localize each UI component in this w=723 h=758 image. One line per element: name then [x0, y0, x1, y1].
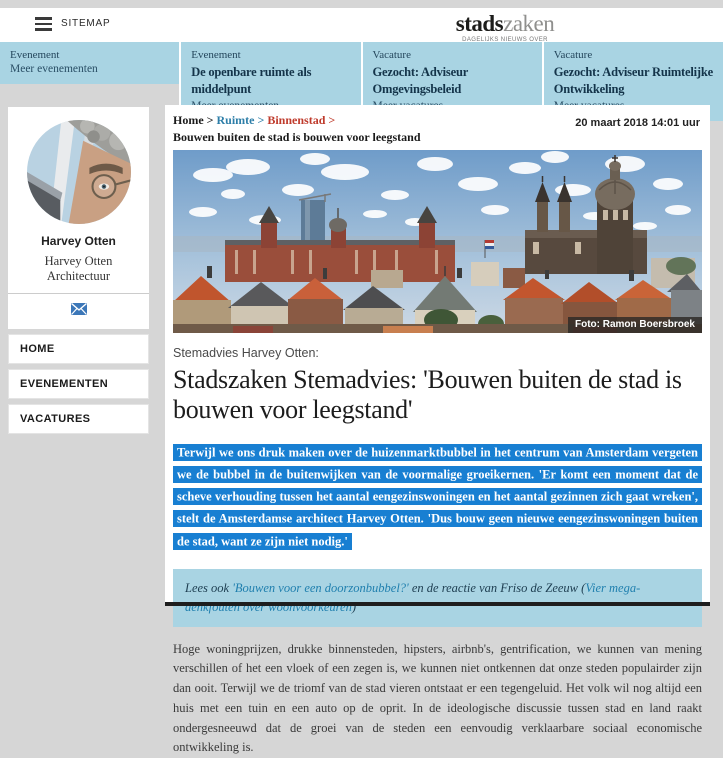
- sidebar-item-evenementen[interactable]: EVENEMENTEN: [8, 369, 149, 399]
- teaser-event-1: Evenement Meer evenementen: [0, 42, 180, 84]
- sidebar-item-home[interactable]: HOME: [8, 334, 149, 364]
- article-body: Hoge woningprijzen, drukke binnensteden,…: [173, 641, 702, 755]
- author-profile-card: Harvey Otten Harvey Otten Architectuur: [8, 107, 149, 329]
- author-organization: Harvey Otten Architectuur: [44, 254, 113, 283]
- teaser-category: Vacature: [372, 49, 411, 61]
- breadcrumb-ruimte[interactable]: Ruimte >: [217, 113, 265, 127]
- author-name: Harvey Otten: [41, 234, 116, 248]
- teaser-category: Evenement: [10, 49, 60, 61]
- article-kicker: Stemadvies Harvey Otten:: [173, 345, 319, 360]
- article-main: Home > Ruimte > Binnenstad > Bouwen buit…: [165, 105, 710, 754]
- teaser-title-link[interactable]: Gezocht: Adviseur Ruimtelijke Ontwikkeli…: [554, 64, 713, 98]
- site-header: SITEMAP stadszaken DAGELIJKS NIEUWS OVER…: [0, 8, 723, 51]
- teaser-more-link[interactable]: Meer evenementen: [10, 63, 169, 75]
- article-date: 20 maart 2018 14:01 uur: [575, 117, 700, 129]
- hero-image: Foto: Ramon Boersbroek: [173, 149, 702, 333]
- sitemap-label: SITEMAP: [61, 18, 111, 30]
- teaser-title-link[interactable]: Gezocht: Adviseur Omgevingsbeleid: [373, 64, 532, 98]
- breadcrumb: Home > Ruimte > Binnenstad > Bouwen buit…: [165, 105, 710, 145]
- photo-credit: Foto: Ramon Boersbroek: [567, 316, 702, 333]
- article-lead: Terwijl we ons druk maken over de huizen…: [173, 441, 702, 552]
- hamburger-menu-icon: [35, 17, 52, 31]
- read-also-link-1[interactable]: 'Bouwen voor een doorzonbubbel?': [232, 581, 409, 595]
- breadcrumb-home[interactable]: Home >: [173, 113, 214, 127]
- amsterdam-skyline-photo: [173, 149, 702, 333]
- highlighted-lead-text: Terwijl we ons druk maken over de huizen…: [173, 443, 702, 550]
- teaser-title-link[interactable]: De openbare ruimte als middelpunt: [191, 64, 350, 98]
- teaser-category: Evenement: [191, 49, 241, 61]
- read-also-prefix: Lees ook: [185, 581, 233, 596]
- avatar: [26, 120, 131, 224]
- footer-edge: [165, 602, 710, 606]
- author-sidebar: Harvey Otten Harvey Otten Architectuur H…: [8, 107, 149, 434]
- breadcrumb-current: Bouwen buiten de stad is bouwen voor lee…: [173, 129, 421, 144]
- email-row: [18, 294, 139, 329]
- breadcrumb-binnenstad[interactable]: Binnenstad >: [267, 113, 335, 127]
- article-title: Stadszaken Stemadvies: 'Bouwen buiten de…: [173, 364, 682, 425]
- logo-wordmark: stadszaken: [455, 11, 555, 36]
- teaser-category: Vacature: [553, 49, 593, 61]
- envelope-icon: [70, 302, 87, 315]
- sitemap-button[interactable]: SITEMAP: [35, 17, 111, 31]
- sidebar-item-vacatures[interactable]: VACATURES: [8, 404, 149, 434]
- read-also-box: Lees ook 'Bouwen voor een doorzonbubbel?…: [173, 569, 702, 627]
- email-button[interactable]: [70, 302, 87, 320]
- read-also-middle: en de reactie van Friso de Zeeuw (: [408, 581, 586, 596]
